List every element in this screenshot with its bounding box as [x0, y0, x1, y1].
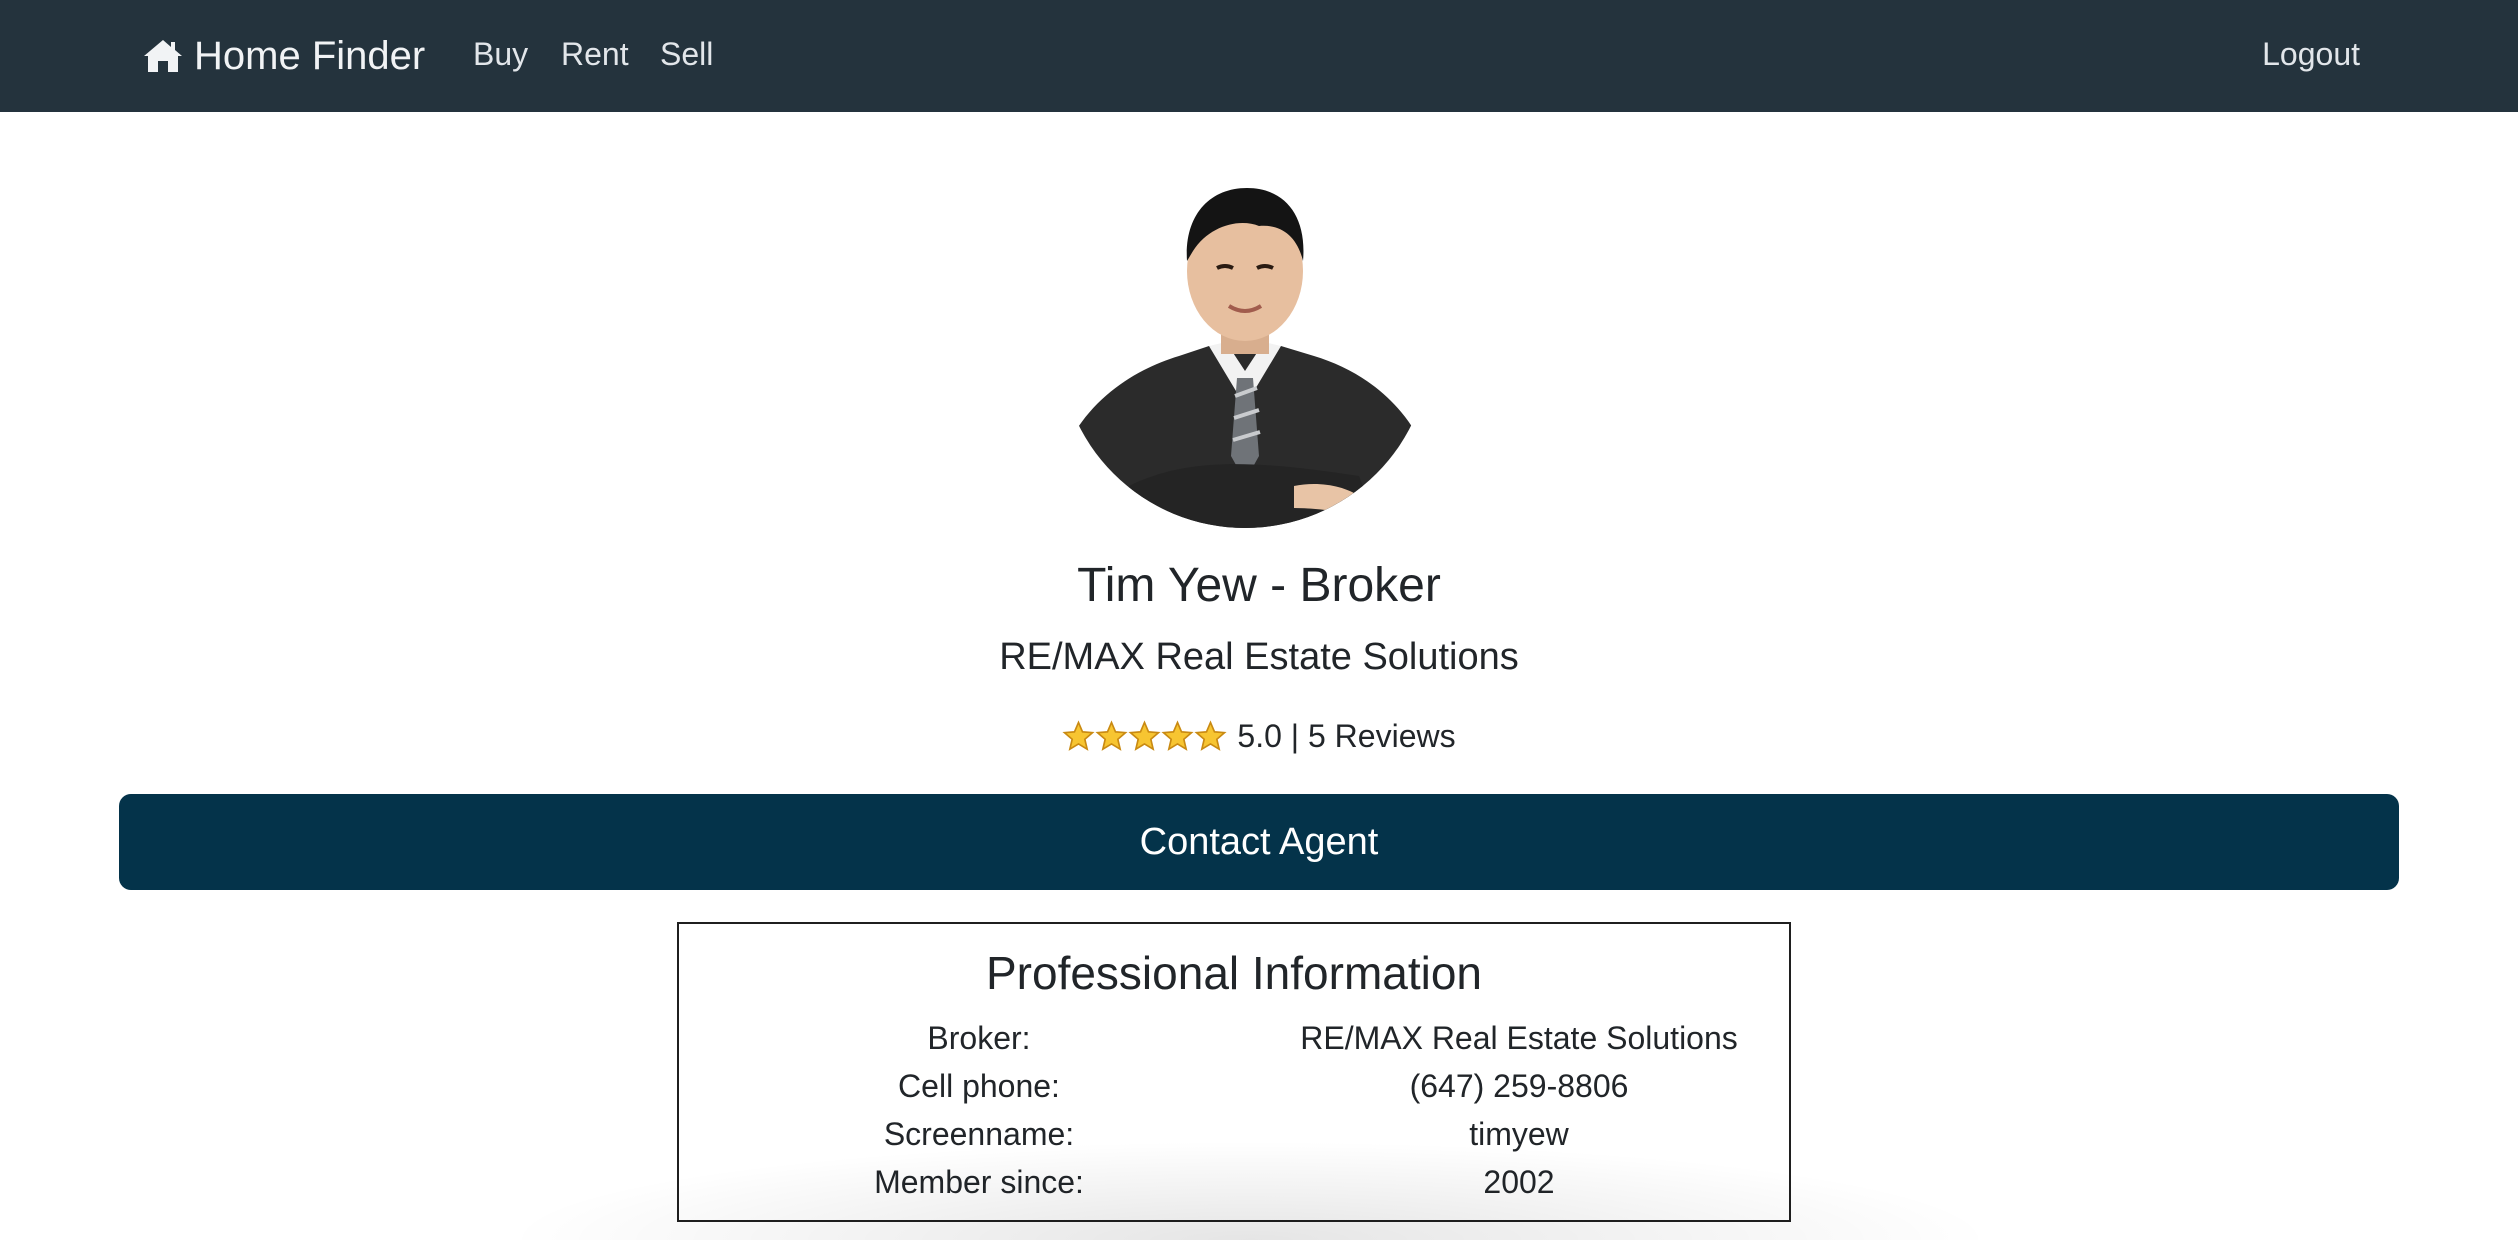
contact-agent-label: Contact Agent	[1139, 820, 1379, 863]
star-icon	[1194, 720, 1227, 751]
info-value: (647) 259-8806	[1409, 1068, 1629, 1104]
info-label: Screenname:	[883, 1116, 1075, 1152]
brand-name: Home Finder	[194, 33, 426, 78]
nav-link-sell[interactable]: Sell	[660, 36, 713, 73]
info-row-screenname: Screenname: timyew	[679, 1116, 1789, 1160]
info-value: RE/MAX Real Estate Solutions	[1300, 1020, 1738, 1056]
nav-link-rent[interactable]: Rent	[561, 36, 629, 73]
info-label: Cell phone:	[898, 1068, 1060, 1104]
brand-link[interactable]: Home Finder	[142, 30, 425, 82]
info-label: Broker:	[927, 1020, 1031, 1056]
nav-link-buy[interactable]: Buy	[473, 36, 528, 73]
star-icon	[1062, 720, 1095, 751]
star-icon	[1161, 720, 1194, 751]
rating-text: 5.0 | 5 Reviews	[1237, 718, 1456, 754]
star-icon	[1128, 720, 1161, 751]
agent-name: Tim Yew - Broker	[1077, 559, 1441, 612]
home-icon	[144, 40, 182, 72]
professional-info-panel: Professional Information Broker: RE/MAX …	[677, 922, 1791, 1222]
info-row-broker: Broker: RE/MAX Real Estate Solutions	[679, 1020, 1789, 1064]
info-row-member-since: Member since: 2002	[679, 1164, 1789, 1208]
agent-rating: 5.0 | 5 Reviews	[0, 718, 2518, 755]
logout-link[interactable]: Logout	[2262, 36, 2360, 73]
contact-agent-button[interactable]: Contact Agent	[119, 794, 2399, 890]
professional-info-title: Professional Information	[985, 947, 1483, 999]
info-value: 2002	[1483, 1164, 1555, 1200]
agency-name: RE/MAX Real Estate Solutions	[999, 636, 1519, 678]
agent-photo	[1059, 156, 1431, 528]
top-navbar: Home Finder Buy Rent Sell Logout	[0, 0, 2518, 112]
star-icon	[1095, 720, 1128, 751]
info-label: Member since:	[874, 1164, 1084, 1200]
info-value: timyew	[1469, 1116, 1569, 1152]
rating-stars	[1062, 720, 1227, 753]
info-row-cell-phone: Cell phone: (647) 259-8806	[679, 1068, 1789, 1112]
